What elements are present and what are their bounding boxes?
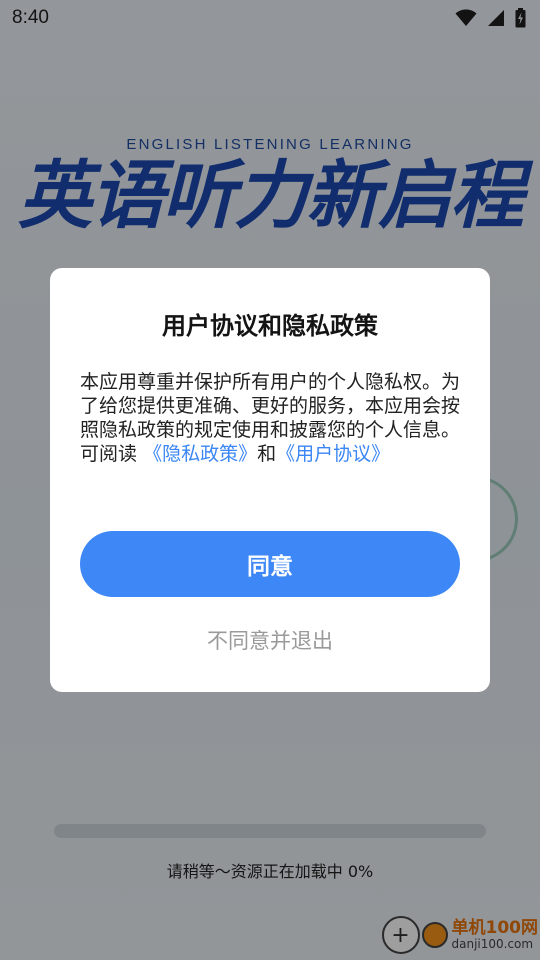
user-agreement-link[interactable]: 《用户协议》 xyxy=(276,443,390,465)
dialog-body: 本应用尊重并保护所有用户的个人隐私权。为了给您提供更准确、更好的服务，本应用会按… xyxy=(80,370,460,466)
read-prefix: 可阅读 xyxy=(80,443,138,465)
agree-button[interactable]: 同意 xyxy=(80,531,460,597)
disagree-exit-button[interactable]: 不同意并退出 xyxy=(80,620,460,660)
privacy-dialog: 用户协议和隐私政策 本应用尊重并保护所有用户的个人隐私权。为了给您提供更准确、更… xyxy=(50,268,490,692)
privacy-policy-link[interactable]: 《隐私政策》 xyxy=(143,443,257,465)
dialog-body-text: 本应用尊重并保护所有用户的个人隐私权。为了给您提供更准确、更好的服务，本应用会按… xyxy=(80,371,461,441)
dialog-links-line: 可阅读 《隐私政策》和《用户协议》 xyxy=(80,442,460,466)
and-text: 和 xyxy=(257,443,277,465)
dialog-title: 用户协议和隐私政策 xyxy=(162,312,378,340)
